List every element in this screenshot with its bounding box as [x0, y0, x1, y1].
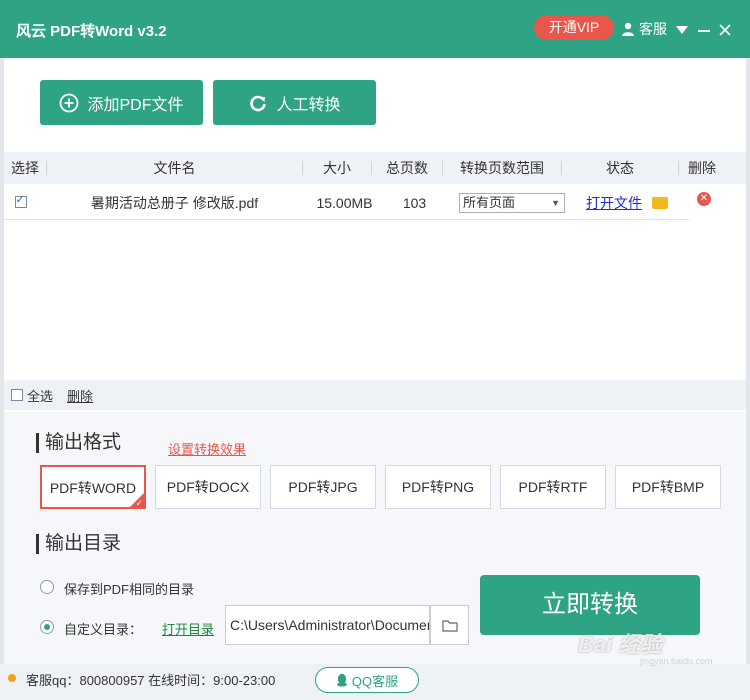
- folder-open-icon: [441, 619, 458, 632]
- output-format-title: 输出格式: [36, 433, 121, 453]
- col-pages: 总页数: [386, 160, 428, 176]
- qq-penguin-icon: [336, 673, 347, 687]
- col-select: 选择: [11, 160, 39, 176]
- add-pdf-button[interactable]: 添加PDF文件: [40, 80, 203, 125]
- app-title: 风云 PDF转Word v3.2: [16, 23, 167, 40]
- format-option-png[interactable]: PDF转PNG: [385, 465, 491, 509]
- file-table-header: 选择 文件名 大小 总页数 转换页数范围 状态 删除: [4, 152, 746, 184]
- folder-icon[interactable]: [652, 196, 668, 209]
- open-dir-link[interactable]: 打开目录: [162, 619, 214, 638]
- qq-service-button[interactable]: QQ客服: [315, 667, 419, 693]
- close-icon[interactable]: [719, 24, 731, 36]
- col-range: 转换页数范围: [460, 160, 544, 176]
- minimize-icon[interactable]: [698, 30, 710, 32]
- table-row: 暑期活动总册子 修改版.pdf 15.00MB 103 所有页面 ▼ 打开文件: [4, 186, 689, 220]
- title-bar: 风云 PDF转Word v3.2 开通VIP 客服: [0, 0, 750, 58]
- col-filename: 文件名: [153, 160, 196, 176]
- radio-same-dir[interactable]: [40, 580, 54, 594]
- service-button[interactable]: 客服: [621, 19, 667, 39]
- page-range-value: 所有页面: [463, 194, 516, 210]
- bulk-action-bar: 全选 删除: [4, 380, 746, 410]
- watermark-url: jingyan.baidu.com: [640, 656, 713, 666]
- service-label: 客服: [639, 21, 667, 37]
- row-size: 15.00MB: [316, 194, 373, 211]
- dropdown-caret-icon: ▼: [551, 197, 560, 208]
- conversion-settings-link[interactable]: 设置转换效果: [168, 439, 246, 458]
- window-frame-right: [746, 58, 750, 664]
- col-delete: 删除: [688, 160, 716, 176]
- convert-now-button[interactable]: 立即转换: [480, 575, 700, 635]
- browse-folder-button[interactable]: [430, 605, 469, 645]
- col-status: 状态: [606, 160, 634, 176]
- format-option-label: PDF转WORD: [49, 480, 137, 496]
- output-path-input[interactable]: C:\Users\Administrator\Documents: [225, 605, 430, 645]
- delete-row-icon[interactable]: ✕: [697, 192, 711, 206]
- service-contact-text: 客服qq：800800957 在线时间：9:00-23:00: [26, 673, 276, 688]
- row-filename: 暑期活动总册子 修改版.pdf: [90, 194, 259, 211]
- radio-custom-dir[interactable]: [40, 620, 54, 634]
- page-range-select[interactable]: 所有页面 ▼: [459, 192, 565, 213]
- format-option-label: PDF转JPG: [288, 479, 358, 495]
- row-pages: 103: [402, 194, 427, 211]
- caret-down-icon[interactable]: [676, 26, 688, 34]
- add-pdf-label: 添加PDF文件: [87, 96, 184, 114]
- vip-button[interactable]: 开通VIP: [534, 15, 614, 40]
- format-option-rtf[interactable]: PDF转RTF: [500, 465, 606, 509]
- select-all-checkbox[interactable]: [11, 389, 23, 401]
- format-option-label: PDF转PNG: [401, 479, 475, 495]
- check-icon: ✓: [135, 498, 143, 508]
- format-option-label: PDF转DOCX: [166, 479, 250, 495]
- format-option-bmp[interactable]: PDF转BMP: [615, 465, 721, 509]
- manual-convert-button[interactable]: 人工转换: [213, 80, 376, 125]
- col-size: 大小: [323, 160, 351, 176]
- format-option-jpg[interactable]: PDF转JPG: [270, 465, 376, 509]
- format-option-docx[interactable]: PDF转DOCX: [155, 465, 261, 509]
- user-icon: [622, 22, 634, 36]
- status-dot-icon: [8, 674, 16, 682]
- select-all-label[interactable]: 全选: [27, 386, 53, 405]
- output-dir-title: 输出目录: [36, 534, 121, 554]
- row-checkbox[interactable]: [14, 193, 27, 208]
- open-file-link[interactable]: 打开文件: [586, 193, 642, 213]
- manual-convert-label: 人工转换: [276, 96, 341, 114]
- plus-circle-icon: [60, 93, 79, 112]
- bulk-delete-link[interactable]: 删除: [67, 386, 93, 405]
- same-dir-label[interactable]: 保存到PDF相同的目录: [64, 579, 194, 598]
- watermark-logo: Bai 经验: [578, 632, 663, 657]
- qq-service-label: QQ客服: [351, 673, 399, 689]
- custom-dir-label[interactable]: 自定义目录：: [64, 619, 142, 638]
- format-option-word[interactable]: PDF转WORD ✓: [40, 465, 146, 509]
- refresh-icon: [250, 95, 267, 111]
- format-option-label: PDF转RTF: [518, 479, 588, 495]
- format-option-label: PDF转BMP: [631, 479, 705, 495]
